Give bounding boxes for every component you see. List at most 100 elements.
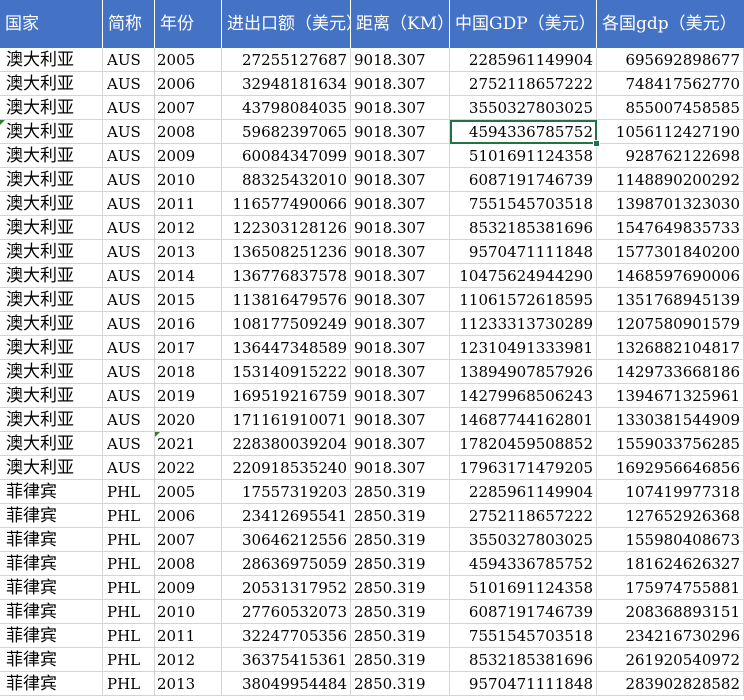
cell-china-gdp[interactable]: 3550327803025 bbox=[450, 528, 597, 552]
cell-trade[interactable]: 88325432010 bbox=[222, 168, 351, 192]
header-country-gdp[interactable]: 各国gdp（美元） bbox=[597, 0, 744, 48]
cell-country[interactable]: 澳大利亚 bbox=[0, 96, 103, 120]
cell-distance[interactable]: 9018.307 bbox=[351, 432, 450, 456]
cell-distance[interactable]: 2850.319 bbox=[351, 480, 450, 504]
cell-trade[interactable]: 171161910071 bbox=[222, 408, 351, 432]
cell-abbr[interactable]: AUS bbox=[103, 216, 155, 240]
header-distance[interactable]: 距离（KM） bbox=[351, 0, 450, 48]
cell-distance[interactable]: 9018.307 bbox=[351, 264, 450, 288]
cell-country-gdp[interactable]: 1326882104817 bbox=[597, 336, 744, 360]
cell-trade[interactable]: 169519216759 bbox=[222, 384, 351, 408]
cell-distance[interactable]: 9018.307 bbox=[351, 120, 450, 144]
cell-year[interactable]: 2022 bbox=[155, 456, 222, 480]
cell-china-gdp[interactable]: 4594336785752 bbox=[450, 552, 597, 576]
cell-abbr[interactable]: PHL bbox=[103, 552, 155, 576]
cell-country-gdp[interactable]: 127652926368 bbox=[597, 504, 744, 528]
cell-china-gdp[interactable]: 9570471111848 bbox=[450, 240, 597, 264]
cell-country-gdp[interactable]: 1559033756285 bbox=[597, 432, 744, 456]
selected-cell[interactable]: 4594336785752 bbox=[450, 120, 597, 144]
cell-country[interactable]: 澳大利亚 bbox=[0, 264, 103, 288]
cell-china-gdp[interactable]: 14687744162801 bbox=[450, 408, 597, 432]
cell-year[interactable]: 2016 bbox=[155, 312, 222, 336]
cell-year[interactable]: 2010 bbox=[155, 168, 222, 192]
cell-distance[interactable]: 2850.319 bbox=[351, 648, 450, 672]
cell-abbr[interactable]: AUS bbox=[103, 408, 155, 432]
cell-year[interactable]: 2009 bbox=[155, 576, 222, 600]
cell-distance[interactable]: 2850.319 bbox=[351, 600, 450, 624]
cell-distance[interactable]: 9018.307 bbox=[351, 312, 450, 336]
cell-distance[interactable]: 2850.319 bbox=[351, 504, 450, 528]
cell-distance[interactable]: 9018.307 bbox=[351, 168, 450, 192]
cell-country-gdp[interactable]: 155980408673 bbox=[597, 528, 744, 552]
cell-abbr[interactable]: AUS bbox=[103, 264, 155, 288]
cell-distance[interactable]: 2850.319 bbox=[351, 528, 450, 552]
header-china-gdp[interactable]: 中国GDP（美元） bbox=[450, 0, 597, 48]
cell-abbr[interactable]: PHL bbox=[103, 672, 155, 696]
cell-china-gdp[interactable]: 11061572618595 bbox=[450, 288, 597, 312]
cell-country[interactable]: 澳大利亚 bbox=[0, 216, 103, 240]
cell-country[interactable]: 澳大利亚 bbox=[0, 432, 103, 456]
cell-distance[interactable]: 9018.307 bbox=[351, 240, 450, 264]
cell-trade[interactable]: 113816479576 bbox=[222, 288, 351, 312]
cell-year[interactable]: 2005 bbox=[155, 480, 222, 504]
cell-trade[interactable]: 228380039204 bbox=[222, 432, 351, 456]
cell-country[interactable]: 澳大利亚 bbox=[0, 408, 103, 432]
cell-trade[interactable]: 136776837578 bbox=[222, 264, 351, 288]
cell-china-gdp[interactable]: 2752118657222 bbox=[450, 72, 597, 96]
cell-abbr[interactable]: AUS bbox=[103, 432, 155, 456]
cell-country[interactable]: 菲律宾 bbox=[0, 600, 103, 624]
cell-country[interactable]: 澳大利亚 bbox=[0, 72, 103, 96]
cell-china-gdp[interactable]: 7551545703518 bbox=[450, 624, 597, 648]
cell-country-gdp[interactable]: 1394671325961 bbox=[597, 384, 744, 408]
cell-country[interactable]: 澳大利亚 bbox=[0, 240, 103, 264]
cell-year[interactable]: 2011 bbox=[155, 192, 222, 216]
cell-year[interactable]: 2011 bbox=[155, 624, 222, 648]
cell-china-gdp[interactable]: 6087191746739 bbox=[450, 168, 597, 192]
cell-year[interactable]: 2014 bbox=[155, 264, 222, 288]
cell-country-gdp[interactable]: 261920540972 bbox=[597, 648, 744, 672]
cell-country-gdp[interactable]: 855007458585 bbox=[597, 96, 744, 120]
cell-country-gdp[interactable]: 175974755881 bbox=[597, 576, 744, 600]
cell-trade[interactable]: 28636975059 bbox=[222, 552, 351, 576]
cell-country-gdp[interactable]: 928762122698 bbox=[597, 144, 744, 168]
cell-year[interactable]: 2013 bbox=[155, 240, 222, 264]
cell-country-gdp[interactable]: 208368893151 bbox=[597, 600, 744, 624]
cell-trade[interactable]: 116577490066 bbox=[222, 192, 351, 216]
cell-distance[interactable]: 9018.307 bbox=[351, 144, 450, 168]
cell-country[interactable]: 澳大利亚 bbox=[0, 384, 103, 408]
cell-distance[interactable]: 9018.307 bbox=[351, 336, 450, 360]
cell-abbr[interactable]: AUS bbox=[103, 120, 155, 144]
cell-abbr[interactable]: AUS bbox=[103, 168, 155, 192]
cell-country[interactable]: 菲律宾 bbox=[0, 576, 103, 600]
cell-distance[interactable]: 9018.307 bbox=[351, 216, 450, 240]
cell-country-gdp[interactable]: 1547649835733 bbox=[597, 216, 744, 240]
cell-distance[interactable]: 9018.307 bbox=[351, 192, 450, 216]
cell-china-gdp[interactable]: 8532185381696 bbox=[450, 216, 597, 240]
cell-country[interactable]: 澳大利亚 bbox=[0, 48, 103, 72]
cell-country-gdp[interactable]: 1398701323030 bbox=[597, 192, 744, 216]
cell-country-gdp[interactable]: 1351768945139 bbox=[597, 288, 744, 312]
cell-abbr[interactable]: AUS bbox=[103, 288, 155, 312]
cell-year[interactable]: 2009 bbox=[155, 144, 222, 168]
cell-trade[interactable]: 136447348589 bbox=[222, 336, 351, 360]
cell-year[interactable]: 2012 bbox=[155, 648, 222, 672]
cell-year[interactable]: 2017 bbox=[155, 336, 222, 360]
cell-country[interactable]: 澳大利亚 bbox=[0, 336, 103, 360]
cell-china-gdp[interactable]: 8532185381696 bbox=[450, 648, 597, 672]
cell-trade[interactable]: 122303128126 bbox=[222, 216, 351, 240]
cell-china-gdp[interactable]: 11233313730289 bbox=[450, 312, 597, 336]
cell-abbr[interactable]: PHL bbox=[103, 600, 155, 624]
cell-country-gdp[interactable]: 748417562770 bbox=[597, 72, 744, 96]
cell-country[interactable]: 澳大利亚 bbox=[0, 120, 103, 144]
cell-country[interactable]: 菲律宾 bbox=[0, 480, 103, 504]
cell-abbr[interactable]: PHL bbox=[103, 480, 155, 504]
cell-abbr[interactable]: AUS bbox=[103, 456, 155, 480]
cell-trade[interactable]: 17557319203 bbox=[222, 480, 351, 504]
cell-distance[interactable]: 9018.307 bbox=[351, 360, 450, 384]
cell-china-gdp[interactable]: 3550327803025 bbox=[450, 96, 597, 120]
header-abbr[interactable]: 简称 bbox=[103, 0, 155, 48]
cell-trade[interactable]: 43798084035 bbox=[222, 96, 351, 120]
cell-china-gdp[interactable]: 17963171479205 bbox=[450, 456, 597, 480]
cell-china-gdp[interactable]: 6087191746739 bbox=[450, 600, 597, 624]
cell-trade[interactable]: 153140915222 bbox=[222, 360, 351, 384]
